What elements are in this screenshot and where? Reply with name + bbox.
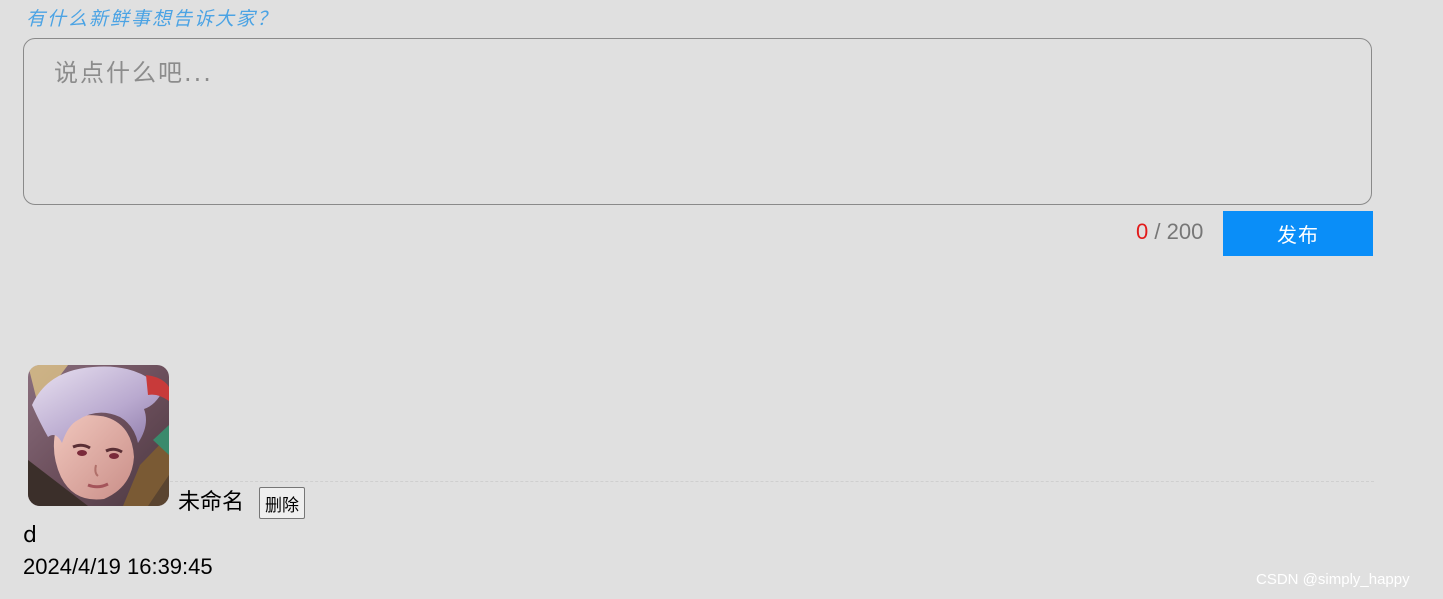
post-timestamp: 2024/4/19 16:39:45 xyxy=(23,554,213,579)
hero-portrait-avatar-icon xyxy=(28,365,169,506)
watermark: CSDN @simply_happy xyxy=(1256,571,1410,588)
post-divider xyxy=(170,481,1374,482)
composer-prompt-title: 有什么新鲜事想告诉大家？ xyxy=(26,8,279,30)
publish-button[interactable]: 发布 xyxy=(1223,211,1373,256)
delete-post-button[interactable]: 删除 xyxy=(259,487,305,519)
char-count-limit: 200 xyxy=(1166,219,1204,244)
char-count-separator: / xyxy=(1148,219,1167,244)
post-content: d xyxy=(23,523,37,548)
post-username: 未命名 xyxy=(178,490,245,515)
avatar xyxy=(28,365,169,506)
post-input[interactable] xyxy=(23,38,1372,205)
char-count-current: 0 xyxy=(1136,219,1149,244)
char-counter: 0 / 200 xyxy=(1136,218,1203,246)
